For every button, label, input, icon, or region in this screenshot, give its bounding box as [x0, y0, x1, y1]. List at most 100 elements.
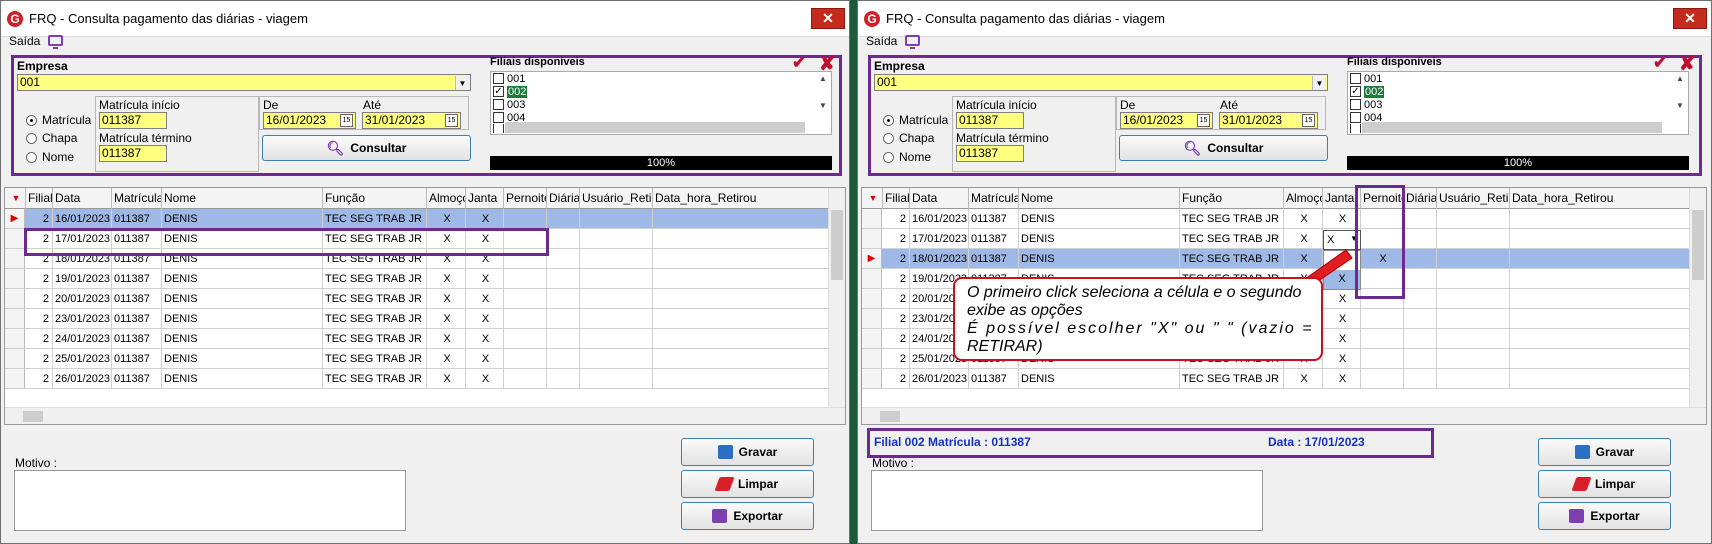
table-cell[interactable]: TEC SEG TRAB JR: [323, 329, 427, 349]
col-diaria[interactable]: Diária: [1404, 188, 1437, 209]
checkbox-icon[interactable]: [1350, 73, 1361, 84]
mat-inicio-input[interactable]: 011387: [99, 112, 167, 129]
table-row[interactable]: 2 26/01/2023 011387 DENIS TEC SEG TRAB JR X X: [5, 369, 833, 389]
table-cell[interactable]: [1404, 289, 1437, 309]
checkbox-icon[interactable]: [493, 124, 504, 133]
table-row[interactable]: 223/01/2023011387DENISTEC SEG TRAB JRXX: [5, 309, 833, 329]
chevron-down-icon[interactable]: ▼: [455, 76, 469, 90]
gravar-button[interactable]: Gravar: [1538, 438, 1671, 466]
table-cell[interactable]: [1404, 249, 1437, 269]
table-cell[interactable]: [504, 269, 547, 289]
vscroll-thumb[interactable]: [1692, 210, 1704, 280]
col-usuario[interactable]: Usuário_Reti...: [1437, 188, 1510, 209]
table-cell[interactable]: 2: [26, 249, 53, 269]
row-indicator[interactable]: [862, 269, 882, 288]
table-cell[interactable]: [547, 309, 580, 329]
table-cell[interactable]: 011387: [969, 209, 1019, 229]
table-cell[interactable]: 2: [883, 329, 910, 349]
table-cell[interactable]: X: [427, 269, 466, 289]
table-cell[interactable]: [580, 289, 653, 309]
table-cell[interactable]: [1404, 269, 1437, 289]
table-cell[interactable]: [504, 369, 547, 389]
table-cell[interactable]: [1361, 349, 1404, 369]
checkbox-icon[interactable]: [1350, 99, 1361, 110]
table-cell[interactable]: [1437, 229, 1510, 249]
row-indicator[interactable]: [5, 309, 25, 328]
table-cell[interactable]: 24/01/2023: [53, 329, 112, 349]
table-row[interactable]: 2 18/01/2023 011387 DENIS TEC SEG TRAB JR X X: [5, 249, 833, 269]
row-indicator[interactable]: [5, 329, 25, 348]
table-cell[interactable]: [1510, 289, 1690, 309]
table-cell[interactable]: [653, 229, 833, 249]
vscroll-thumb[interactable]: [831, 210, 843, 280]
mat-termino-input[interactable]: 011387: [99, 145, 167, 162]
filial-item[interactable]: ✓ 002: [1348, 85, 1688, 98]
menu-saida[interactable]: Saída: [866, 34, 897, 48]
table-cell[interactable]: 2: [883, 229, 910, 249]
table-cell[interactable]: [547, 269, 580, 289]
table-cell[interactable]: [580, 229, 653, 249]
table-cell[interactable]: 2: [26, 289, 53, 309]
table-row[interactable]: 220/01/2023011387DENISTEC SEG TRAB JRXX: [5, 289, 833, 309]
table-cell[interactable]: 18/01/2023: [53, 249, 112, 269]
filial-item[interactable]: 003: [491, 98, 831, 111]
row-indicator[interactable]: [5, 349, 25, 368]
col-funcao[interactable]: Função: [323, 188, 427, 209]
checkbox-icon[interactable]: [1350, 112, 1361, 123]
table-cell[interactable]: [1404, 369, 1437, 389]
row-indicator[interactable]: [5, 269, 25, 288]
grid-vscroll[interactable]: [828, 188, 845, 409]
col-data-hora[interactable]: Data_hora_Retirou: [653, 188, 833, 209]
table-cell[interactable]: TEC SEG TRAB JR: [323, 209, 427, 229]
radio-chapa[interactable]: Chapa: [26, 131, 77, 145]
table-cell[interactable]: [1510, 309, 1690, 329]
checkbox-icon[interactable]: [493, 99, 504, 110]
table-cell[interactable]: 011387: [112, 209, 162, 229]
col-matricula[interactable]: Matrícula: [112, 188, 162, 209]
col-funcao[interactable]: Função: [1180, 188, 1284, 209]
table-cell[interactable]: [547, 229, 580, 249]
table-cell[interactable]: [1510, 369, 1690, 389]
table-cell[interactable]: [1510, 209, 1690, 229]
table-cell[interactable]: 25/01/2023: [53, 349, 112, 369]
table-cell[interactable]: DENIS: [1019, 229, 1180, 249]
table-cell[interactable]: [547, 369, 580, 389]
table-cell[interactable]: 011387: [969, 369, 1019, 389]
sort-down-icon[interactable]: ▼: [862, 188, 883, 209]
monitor-icon[interactable]: [48, 35, 64, 49]
table-cell[interactable]: [504, 289, 547, 309]
table-cell[interactable]: [1404, 309, 1437, 329]
radio-nome[interactable]: Nome: [883, 150, 931, 164]
table-cell[interactable]: 26/01/2023: [910, 369, 969, 389]
filiais-list[interactable]: 001 ✓002 003 004 005 ▲▼: [1347, 71, 1689, 135]
table-cell[interactable]: [547, 329, 580, 349]
table-cell[interactable]: [504, 249, 547, 269]
calendar-icon[interactable]: 15: [1302, 114, 1315, 127]
consultar-button[interactable]: 🔍︎ Consultar: [1119, 135, 1328, 161]
check-all-icon[interactable]: ✔: [1653, 53, 1667, 73]
list-vscroll[interactable]: ▲ ▼: [1676, 74, 1686, 120]
table-cell[interactable]: [653, 349, 833, 369]
limpar-button[interactable]: Limpar: [681, 470, 814, 498]
table-cell[interactable]: 011387: [112, 309, 162, 329]
limpar-button[interactable]: Limpar: [1538, 470, 1671, 498]
chevron-down-icon[interactable]: ▼: [1312, 76, 1326, 90]
table-cell[interactable]: [1437, 209, 1510, 229]
empresa-select[interactable]: 001 ▼: [17, 74, 471, 91]
table-cell[interactable]: [580, 209, 653, 229]
list-hscroll-thumb[interactable]: [505, 122, 805, 133]
table-cell[interactable]: X: [1323, 369, 1361, 389]
table-cell[interactable]: X: [427, 289, 466, 309]
table-cell[interactable]: 2: [883, 209, 910, 229]
table-cell[interactable]: [1404, 209, 1437, 229]
table-cell[interactable]: [580, 349, 653, 369]
table-cell[interactable]: 17/01/2023: [910, 229, 969, 249]
table-cell[interactable]: X: [466, 309, 504, 329]
checkbox-checked-icon[interactable]: ✓: [1350, 86, 1361, 97]
calendar-icon[interactable]: 15: [340, 114, 353, 127]
table-cell[interactable]: 26/01/2023: [53, 369, 112, 389]
table-cell[interactable]: 2: [26, 269, 53, 289]
radio-matricula[interactable]: Matrícula: [26, 113, 91, 127]
table-cell[interactable]: [504, 309, 547, 329]
table-cell[interactable]: [1361, 229, 1404, 249]
